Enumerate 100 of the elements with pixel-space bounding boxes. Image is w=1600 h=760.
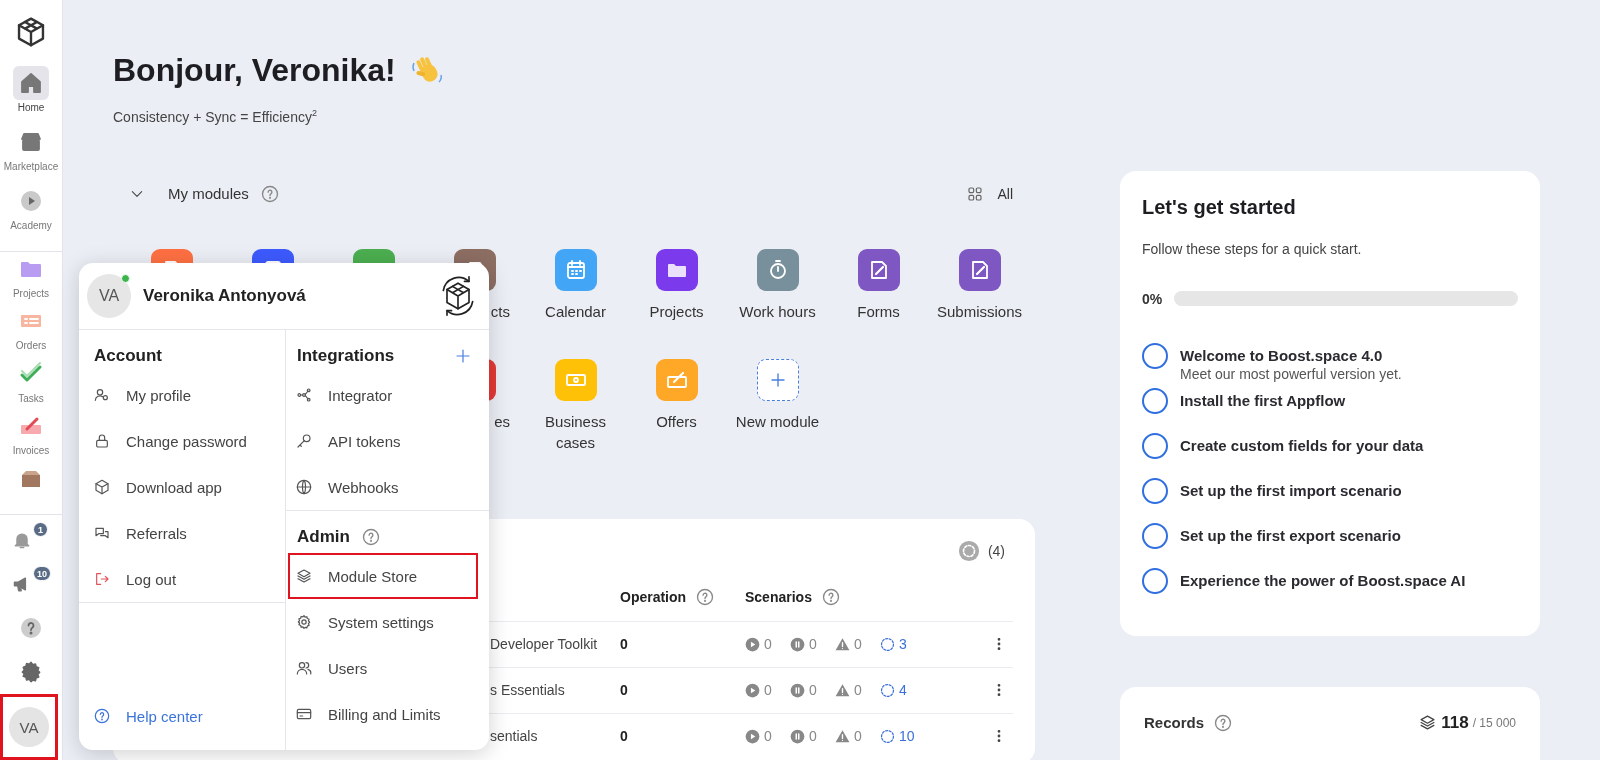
menu-item[interactable]: Download app — [79, 464, 285, 510]
menu-section-title: Integrations — [297, 346, 395, 366]
module-tile[interactable]: Projects — [626, 243, 727, 354]
space-name: sentials — [489, 728, 539, 745]
globe-icon — [296, 479, 312, 495]
nav-item[interactable]: Projects — [0, 251, 62, 305]
module-tile[interactable]: Calendar — [525, 243, 626, 354]
menu-item[interactable]: Module Store — [288, 553, 478, 599]
person-icon — [94, 387, 110, 403]
scenario-stat: 0 — [745, 636, 790, 653]
help-icon[interactable] — [1214, 713, 1233, 732]
notification-badge: 10 — [33, 566, 51, 582]
module-tile[interactable]: New module — [727, 353, 828, 464]
nav-item[interactable]: Invoices — [0, 409, 62, 462]
gear-icon — [296, 614, 312, 630]
lock-icon — [94, 433, 110, 449]
scenario-stat: 0 — [835, 728, 880, 745]
column-header: Operation — [620, 588, 687, 605]
avatar[interactable]: VA — [9, 707, 49, 748]
warning-icon — [835, 636, 850, 652]
menu-item[interactable]: Log out — [79, 556, 285, 602]
scenario-stat: 3 — [880, 636, 925, 653]
operations-count: 0 — [620, 728, 629, 745]
module-tile[interactable]: Business cases — [525, 353, 626, 464]
play-icon — [745, 682, 760, 698]
dashed-circle-icon — [880, 728, 895, 744]
home-icon — [19, 70, 43, 95]
menu-item[interactable]: Webhooks — [288, 464, 478, 510]
help-icon[interactable] — [821, 587, 840, 606]
step-title[interactable]: Create custom fields for your data — [1180, 435, 1424, 456]
menu-item[interactable]: My profile — [79, 372, 285, 418]
dashed-circle-icon — [880, 636, 895, 652]
card-icon — [296, 706, 312, 722]
layers-icon — [1419, 714, 1437, 732]
step-checkbox[interactable] — [1142, 432, 1168, 459]
notification-badge: 1 — [33, 522, 48, 538]
all-link[interactable]: All — [967, 185, 1013, 202]
card-title: Let's get started — [1142, 194, 1297, 220]
layers-icon — [296, 568, 312, 584]
step-checkbox[interactable] — [1142, 567, 1168, 594]
help-icon — [94, 708, 110, 724]
menu-item[interactable]: Change password — [79, 418, 285, 464]
cube-icon — [94, 479, 110, 495]
plus-icon — [756, 358, 799, 401]
step-checkbox[interactable] — [1142, 342, 1168, 369]
nav-item[interactable]: Orders — [0, 304, 62, 357]
help-icon[interactable] — [361, 528, 380, 546]
usage-label: Records — [1144, 714, 1205, 732]
pause-icon — [790, 728, 805, 744]
step-title[interactable]: Install the first Appflow — [1180, 390, 1346, 411]
step-title[interactable]: Experience the power of Boost.space AI — [1180, 570, 1466, 591]
module-tile[interactable]: Forms — [828, 243, 929, 354]
menu-item[interactable]: Integrator — [288, 372, 478, 418]
help-icon[interactable] — [260, 184, 279, 203]
scenario-stat: 0 — [790, 636, 835, 653]
menu-item[interactable]: Users — [288, 645, 478, 691]
nav-item[interactable]: Home — [0, 65, 62, 125]
play-icon — [19, 188, 43, 213]
space-name: Developer Toolkit — [489, 636, 599, 653]
scenario-stat: 0 — [790, 682, 835, 699]
users-icon — [296, 660, 312, 676]
card-subtitle: Follow these steps for a quick start. — [1142, 239, 1363, 259]
scenario-stat: 4 — [880, 682, 925, 699]
cube-logo[interactable] — [15, 16, 47, 48]
menu-item[interactable]: API tokens — [288, 418, 478, 464]
column-header: Scenarios — [745, 588, 812, 605]
menu-section-title: Admin — [297, 527, 350, 547]
warning-icon — [835, 682, 850, 698]
grid-icon — [967, 185, 984, 202]
menu-item[interactable]: Billing and Limits — [288, 691, 478, 737]
module-tile[interactable]: Work hours — [727, 243, 828, 354]
step-title[interactable]: Set up the first import scenario — [1180, 480, 1402, 501]
pause-icon — [790, 636, 805, 652]
module-tile[interactable]: Offers — [626, 353, 727, 464]
step-checkbox[interactable] — [1142, 522, 1168, 549]
menu-item[interactable]: System settings — [288, 599, 478, 645]
step-title[interactable]: Welcome to Boost.space 4.0 — [1180, 345, 1402, 366]
scenario-stat: 0 — [745, 728, 790, 745]
space-name: s Essentials — [489, 682, 566, 699]
warning-icon — [835, 728, 850, 744]
section-title: My modules — [168, 185, 249, 203]
usage-value: 118 — [1441, 712, 1469, 733]
scenario-stat: 10 — [880, 728, 925, 745]
menu-item[interactable]: Referrals — [79, 510, 285, 556]
nav-item[interactable]: Tasks — [0, 356, 62, 410]
nav-item[interactable]: Academy — [0, 183, 62, 243]
module-tile[interactable]: Submissions — [929, 243, 1030, 354]
menu-section-title: Account — [94, 346, 162, 366]
help-link[interactable]: Help center — [79, 693, 285, 739]
step-checkbox[interactable] — [1142, 477, 1168, 504]
scenario-stat: 0 — [835, 682, 880, 699]
settings-icon[interactable] — [19, 660, 43, 685]
step-checkbox[interactable] — [1142, 387, 1168, 414]
help-icon[interactable] — [19, 616, 43, 641]
operations-count: 0 — [620, 636, 629, 653]
step-description: Meet our most powerful version yet. — [1180, 365, 1402, 382]
help-icon[interactable] — [696, 587, 715, 606]
step-title[interactable]: Set up the first export scenario — [1180, 525, 1401, 546]
nav-item[interactable]: Marketplace — [0, 124, 62, 184]
usage-limit: / 15 000 — [1472, 715, 1516, 730]
